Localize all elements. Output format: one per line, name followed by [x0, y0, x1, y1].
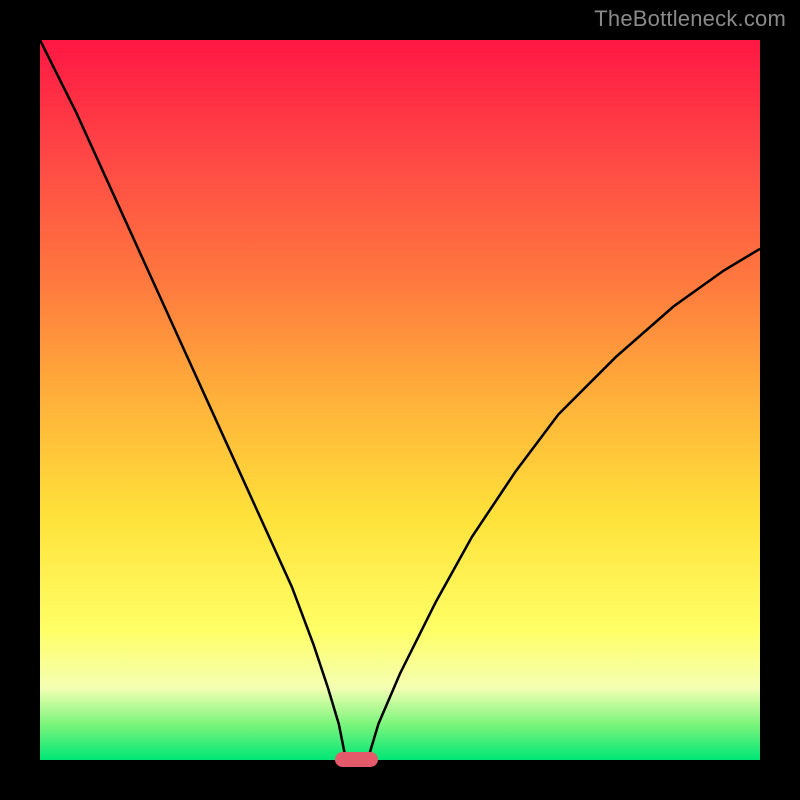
- bottleneck-marker: [335, 752, 378, 767]
- curve-left-branch: [40, 40, 346, 760]
- curve-svg: [40, 40, 760, 760]
- watermark-text: TheBottleneck.com: [594, 6, 786, 32]
- chart-frame: TheBottleneck.com: [0, 0, 800, 800]
- curve-right-branch: [368, 249, 760, 760]
